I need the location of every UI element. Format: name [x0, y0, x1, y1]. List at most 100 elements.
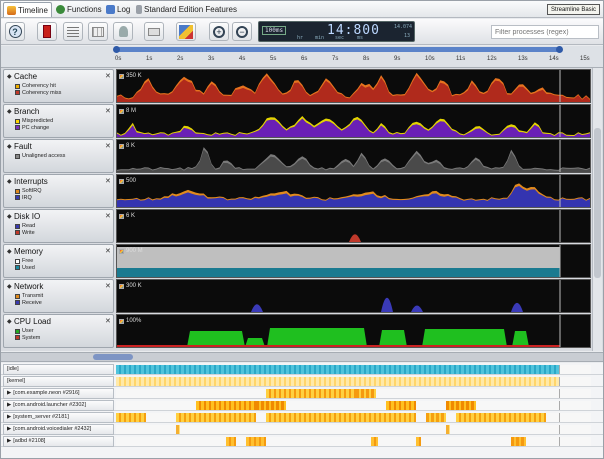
expand-arrow-icon[interactable]: ▶ [7, 414, 11, 420]
chart-plot[interactable]: 900 M [116, 244, 591, 278]
chart-plot[interactable]: 500 [116, 174, 591, 208]
zoom-out-button[interactable]: − [232, 22, 252, 41]
chart-plot[interactable]: 8 M [116, 104, 591, 138]
process-track[interactable] [116, 365, 591, 374]
filter-processes-input[interactable] [491, 25, 599, 39]
list-button[interactable] [63, 22, 83, 41]
process-track[interactable] [116, 389, 591, 398]
process-label[interactable]: ▶ [adbd #2108] [3, 436, 114, 447]
process-track[interactable] [116, 377, 591, 386]
process-track[interactable] [116, 413, 591, 422]
chart-color-icon[interactable] [119, 73, 124, 79]
legend-item[interactable]: Unaligned access [15, 153, 65, 159]
chart-label[interactable]: ◆ Interrupts ✕ SoftIRQ IRQ [3, 174, 114, 208]
remove-icon[interactable]: ✕ [105, 72, 111, 80]
process-row[interactable]: ▶ [adbd #2108] [1, 436, 603, 447]
chart-color-icon[interactable] [119, 213, 124, 219]
resolution-readout[interactable]: 100ms [262, 26, 287, 35]
chart-label[interactable]: ◆ Network ✕ Transmit Receive [3, 279, 114, 313]
marker-button[interactable] [176, 22, 196, 41]
process-label[interactable]: ▶ [com.android.voicedialer #2432] [3, 424, 114, 435]
remove-icon[interactable]: ✕ [105, 177, 111, 185]
legend-item[interactable]: PC change [15, 125, 49, 131]
table-button[interactable] [88, 22, 108, 41]
remove-icon[interactable]: ✕ [105, 107, 111, 115]
chart-color-icon[interactable] [119, 318, 124, 324]
range-handle-right-icon[interactable] [556, 46, 563, 53]
chart-label[interactable]: ◆ CPU Load ✕ User System [3, 314, 114, 348]
legend-item[interactable]: Receive [15, 300, 42, 306]
legend-item[interactable]: Mispredicted [15, 118, 53, 124]
remove-icon[interactable]: ✕ [105, 282, 111, 290]
tab-standard-edition-features[interactable]: Standard Edition Features [133, 2, 240, 17]
vertical-scrollbar[interactable] [592, 68, 602, 351]
legend-item[interactable]: Transmit [15, 293, 43, 299]
legend-item[interactable]: Free [15, 258, 33, 264]
chart-color-icon[interactable] [119, 248, 124, 254]
expand-icon[interactable]: ◆ [7, 73, 12, 80]
process-row[interactable]: ▶ [com.example.neon #2916] [1, 388, 603, 399]
scroll-thumb[interactable] [594, 128, 601, 278]
expand-icon[interactable]: ◆ [7, 108, 12, 115]
expand-icon[interactable]: ◆ [7, 213, 12, 220]
chart-color-icon[interactable] [119, 178, 124, 184]
chart-plot[interactable]: 350 K [116, 69, 591, 103]
range-handle-left-icon[interactable] [113, 46, 120, 53]
process-row[interactable]: ▶ [system_server #2181] [1, 412, 603, 423]
legend-item[interactable]: Coherency miss [15, 90, 61, 96]
chart-label[interactable]: ◆ Memory ✕ Free Used [3, 244, 114, 278]
expand-icon[interactable]: ◆ [7, 248, 12, 255]
bookmark-button[interactable] [144, 22, 164, 41]
legend-item[interactable]: Used [15, 265, 35, 271]
tab-log[interactable]: Log [103, 2, 133, 17]
expand-arrow-icon[interactable]: ▶ [7, 390, 11, 396]
remove-icon[interactable]: ✕ [105, 142, 111, 150]
legend-item[interactable]: System [15, 335, 40, 341]
process-label[interactable]: [kernel] [3, 376, 114, 387]
tab-functions[interactable]: Functions [53, 2, 105, 17]
legend-item[interactable]: SoftIRQ [15, 188, 42, 194]
record-button[interactable] [37, 22, 57, 41]
process-row[interactable]: ▶ [com.android.launcher #2302] [1, 400, 603, 411]
pin-button[interactable] [113, 22, 133, 41]
legend-item[interactable]: Write [15, 230, 35, 236]
splitter-handle[interactable] [93, 354, 133, 360]
process-label[interactable]: ▶ [com.android.launcher #2302] [3, 400, 114, 411]
expand-arrow-icon[interactable]: ▶ [7, 438, 11, 444]
chart-color-icon[interactable] [119, 143, 124, 149]
time-range-slider[interactable] [116, 47, 560, 52]
expand-icon[interactable]: ◆ [7, 178, 12, 185]
chart-plot[interactable]: 100% [116, 314, 591, 348]
legend-item[interactable]: User [15, 328, 34, 334]
chart-plot[interactable]: 300 K [116, 279, 591, 313]
chart-color-icon[interactable] [119, 283, 124, 289]
remove-icon[interactable]: ✕ [105, 317, 111, 325]
process-track[interactable] [116, 437, 591, 446]
process-row[interactable]: [kernel] [1, 376, 603, 387]
expand-icon[interactable]: ◆ [7, 283, 12, 290]
process-label[interactable]: ▶ [com.example.neon #2916] [3, 388, 114, 399]
expand-arrow-icon[interactable]: ▶ [7, 426, 11, 432]
chart-label[interactable]: ◆ Cache ✕ Coherency hit Coherency miss [3, 69, 114, 103]
time-ruler[interactable]: 0s 1s 2s 3s 4s 5s 6s 7s 8s 9s 10s 11s 12s 13s 14s 15s [1, 46, 603, 68]
process-label[interactable]: ▶ [system_server #2181] [3, 412, 114, 423]
process-track[interactable] [116, 401, 591, 410]
process-track[interactable] [116, 425, 591, 434]
help-button[interactable]: ? [5, 22, 25, 41]
chart-color-icon[interactable] [119, 108, 124, 114]
chart-plot[interactable]: 8 K [116, 139, 591, 173]
chart-plot[interactable]: 6 K [116, 209, 591, 243]
tab-timeline[interactable]: Timeline [3, 2, 52, 17]
chart-label[interactable]: ◆ Disk IO ✕ Read Write [3, 209, 114, 243]
panel-splitter[interactable] [1, 352, 603, 362]
remove-icon[interactable]: ✕ [105, 247, 111, 255]
legend-item[interactable]: Read [15, 223, 35, 229]
chart-label[interactable]: ◆ Fault ✕ Unaligned access [3, 139, 114, 173]
legend-item[interactable]: Coherency hit [15, 83, 56, 89]
zoom-in-button[interactable]: + [209, 22, 229, 41]
legend-item[interactable]: IRQ [15, 195, 32, 201]
expand-icon[interactable]: ◆ [7, 143, 12, 150]
expand-icon[interactable]: ◆ [7, 318, 12, 325]
process-row[interactable]: [idle] [1, 364, 603, 375]
chart-label[interactable]: ◆ Branch ✕ Mispredicted PC change [3, 104, 114, 138]
